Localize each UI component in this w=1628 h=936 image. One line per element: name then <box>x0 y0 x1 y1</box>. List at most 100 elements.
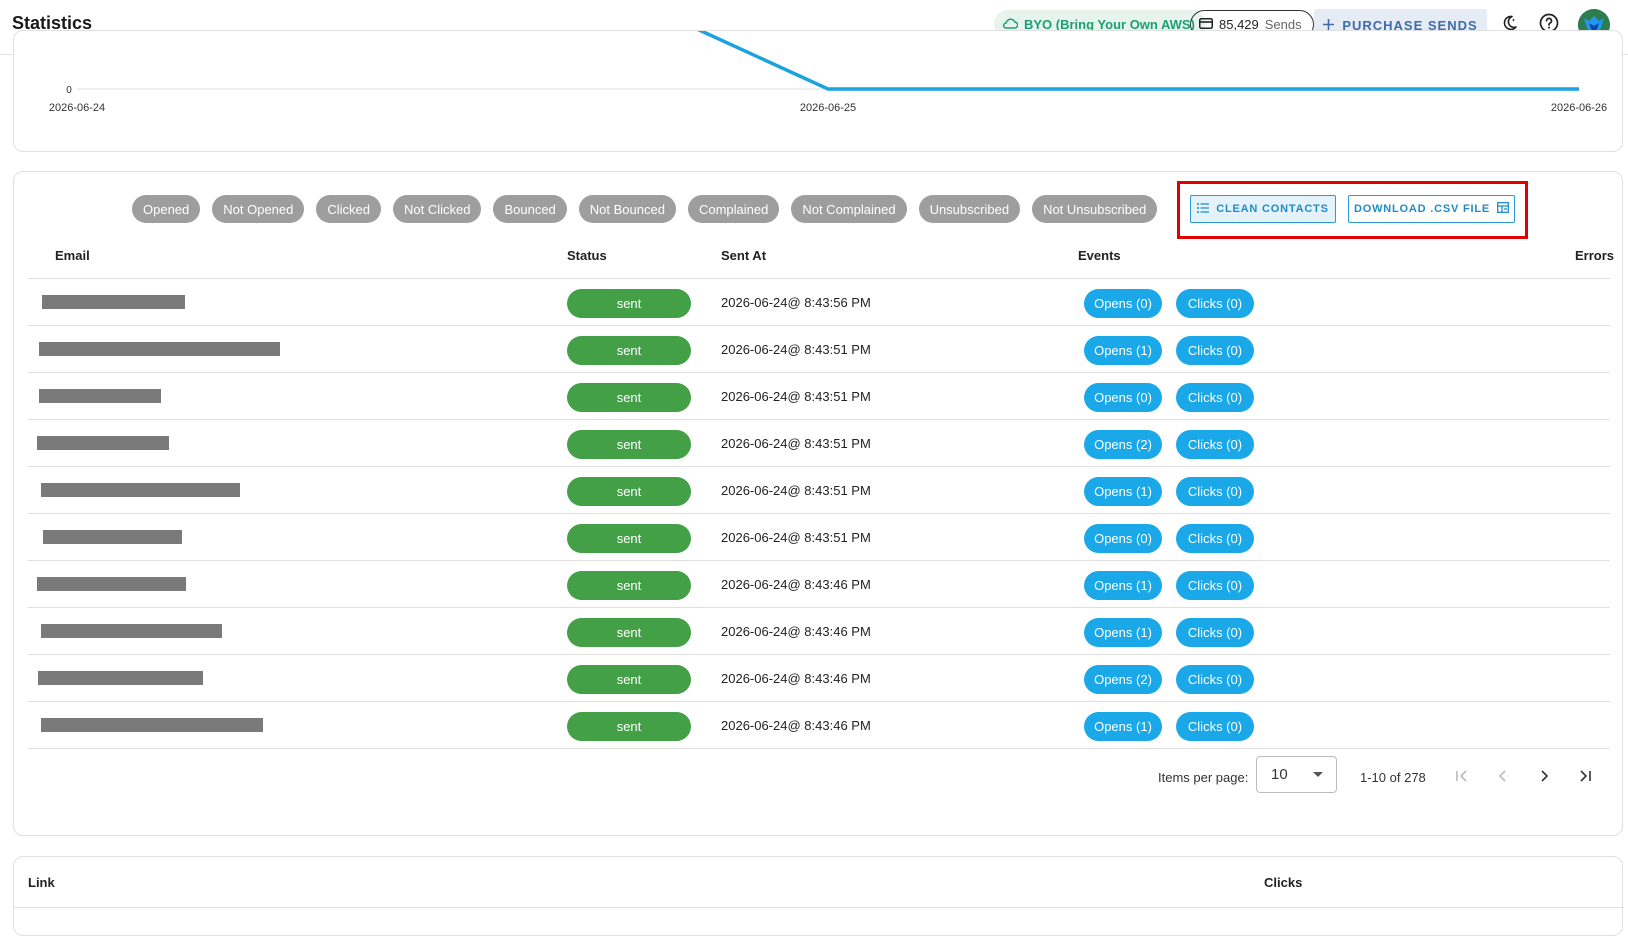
column-header-clicks: Clicks <box>1264 875 1303 890</box>
chart-series-line <box>697 31 1579 91</box>
pagination-range: 1-10 of 278 <box>1360 770 1426 785</box>
redacted-email <box>39 342 280 356</box>
items-per-page-label: Items per page: <box>1158 770 1249 785</box>
opens-button[interactable]: Opens (0) <box>1084 524 1162 553</box>
redacted-email <box>41 624 222 638</box>
redacted-email <box>43 530 182 544</box>
column-header-link: Link <box>28 875 55 890</box>
paginator: Items per page: 10 1-10 of 278 <box>14 756 1624 796</box>
sent-at-value: 2026-06-24@ 8:43:46 PM <box>721 577 871 592</box>
filter-chip-list: Opened Not Opened Clicked Not Clicked Bounce… <box>132 195 1158 223</box>
chevron-left-icon <box>1498 770 1506 782</box>
clean-contacts-label: CLEAN CONTACTS <box>1216 203 1329 215</box>
items-per-page-value: 10 <box>1271 766 1288 783</box>
redacted-email <box>37 577 186 591</box>
clean-contacts-button[interactable]: CLEAN CONTACTS <box>1190 195 1336 223</box>
status-badge: sent <box>567 712 691 741</box>
opens-button[interactable]: Opens (2) <box>1084 430 1162 459</box>
table-row: sent 2026-06-24@ 8:43:46 PM Opens (1) Click… <box>28 702 1610 749</box>
clicks-button[interactable]: Clicks (0) <box>1176 383 1254 412</box>
filter-chip[interactable]: Not Bounced <box>578 195 676 223</box>
first-page-button[interactable] <box>1450 764 1474 788</box>
filter-chip[interactable]: Not Clicked <box>393 195 482 223</box>
chart-y-tick-label: 0 <box>66 85 72 96</box>
next-page-button[interactable] <box>1532 764 1556 788</box>
redacted-email <box>39 389 161 403</box>
column-header-events: Events <box>1078 248 1121 263</box>
filter-chip[interactable]: Not Opened <box>212 195 305 223</box>
redacted-email <box>38 671 203 685</box>
link-table-header-row: Link Clicks <box>14 857 1624 908</box>
filter-chip[interactable]: Bounced <box>493 195 567 223</box>
redacted-email <box>42 295 185 309</box>
column-header-sent-at: Sent At <box>721 248 767 263</box>
status-badge: sent <box>567 430 691 459</box>
sent-at-value: 2026-06-24@ 8:43:51 PM <box>721 389 871 404</box>
clicks-button[interactable]: Clicks (0) <box>1176 477 1254 506</box>
first-page-icon <box>1456 770 1467 782</box>
table-row: sent 2026-06-24@ 8:43:46 PM Opens (1) Click… <box>28 561 1610 608</box>
opens-button[interactable]: Opens (2) <box>1084 665 1162 694</box>
clicks-button[interactable]: Clicks (0) <box>1176 618 1254 647</box>
previous-page-button[interactable] <box>1491 764 1515 788</box>
download-csv-button[interactable]: DOWNLOAD .CSV FILE <box>1348 195 1515 223</box>
filter-chip[interactable]: Opened <box>132 195 201 223</box>
clicks-button[interactable]: Clicks (0) <box>1176 336 1254 365</box>
status-badge: sent <box>567 618 691 647</box>
sent-at-value: 2026-06-24@ 8:43:51 PM <box>721 342 871 357</box>
filter-chip[interactable]: Unsubscribed <box>918 195 1021 223</box>
sent-at-value: 2026-06-24@ 8:43:46 PM <box>721 624 871 639</box>
chevron-right-icon <box>1541 770 1549 782</box>
table-row: sent 2026-06-24@ 8:43:51 PM Opens (0) Click… <box>28 373 1610 420</box>
filter-chip[interactable]: Complained <box>687 195 780 223</box>
table-row: sent 2026-06-24@ 8:43:51 PM Opens (1) Click… <box>28 326 1610 373</box>
last-page-button[interactable] <box>1573 764 1597 788</box>
filter-chip[interactable]: Not Unsubscribed <box>1032 195 1158 223</box>
list-icon <box>1197 202 1210 216</box>
status-badge: sent <box>567 524 691 553</box>
opens-button[interactable]: Opens (1) <box>1084 477 1162 506</box>
clicks-button[interactable]: Clicks (0) <box>1176 665 1254 694</box>
chart-x-tick-label: 2026-06-26 <box>1551 102 1607 114</box>
chart-x-tick-label: 2026-06-24 <box>49 102 105 114</box>
table-row: sent 2026-06-24@ 8:43:46 PM Opens (2) Click… <box>28 655 1610 702</box>
sent-at-value: 2026-06-24@ 8:43:51 PM <box>721 483 871 498</box>
table-row: sent 2026-06-24@ 8:43:51 PM Opens (1) Click… <box>28 467 1610 514</box>
items-per-page-select[interactable]: 10 <box>1256 756 1337 793</box>
filter-chip[interactable]: Not Complained <box>791 195 907 223</box>
redacted-email <box>41 718 263 732</box>
opens-button[interactable]: Opens (1) <box>1084 336 1162 365</box>
clicks-button[interactable]: Clicks (0) <box>1176 571 1254 600</box>
column-header-errors: Errors <box>1575 248 1615 263</box>
sent-at-value: 2026-06-24@ 8:43:46 PM <box>721 671 871 686</box>
status-badge: sent <box>567 336 691 365</box>
status-badge: sent <box>567 571 691 600</box>
table-row: sent 2026-06-24@ 8:43:51 PM Opens (0) Click… <box>28 514 1610 561</box>
opens-button[interactable]: Opens (0) <box>1084 289 1162 318</box>
opens-button[interactable]: Opens (1) <box>1084 571 1162 600</box>
table-row: sent 2026-06-24@ 8:43:56 PM Opens (0) Click… <box>28 279 1610 326</box>
clicks-button[interactable]: Clicks (0) <box>1176 524 1254 553</box>
opens-button[interactable]: Opens (1) <box>1084 618 1162 647</box>
opens-button[interactable]: Opens (1) <box>1084 712 1162 741</box>
sends-line-chart: 0 2026-06-24 2026-06-25 2026-06-26 <box>49 31 1607 114</box>
column-header-status: Status <box>567 248 607 263</box>
table-row: sent 2026-06-24@ 8:43:46 PM Opens (1) Click… <box>28 608 1610 655</box>
table-header-row: Email Status Sent At Events Errors <box>28 233 1614 279</box>
column-header-email: Email <box>55 248 90 263</box>
clicks-button[interactable]: Clicks (0) <box>1176 712 1254 741</box>
sent-at-value: 2026-06-24@ 8:43:56 PM <box>721 295 871 310</box>
sent-at-value: 2026-06-24@ 8:43:51 PM <box>721 436 871 451</box>
dropdown-caret-icon <box>1313 772 1323 777</box>
sends-chart-card: 0 2026-06-24 2026-06-25 2026-06-26 <box>13 30 1623 152</box>
clicks-button[interactable]: Clicks (0) <box>1176 289 1254 318</box>
filter-chip[interactable]: Clicked <box>316 195 381 223</box>
opens-button[interactable]: Opens (0) <box>1084 383 1162 412</box>
status-badge: sent <box>567 477 691 506</box>
sent-at-value: 2026-06-24@ 8:43:46 PM <box>721 718 871 733</box>
clicks-button[interactable]: Clicks (0) <box>1176 430 1254 459</box>
status-badge: sent <box>567 665 691 694</box>
sent-at-value: 2026-06-24@ 8:43:51 PM <box>721 530 871 545</box>
redacted-email <box>41 483 240 497</box>
download-csv-label: DOWNLOAD .CSV FILE <box>1353 203 1490 215</box>
